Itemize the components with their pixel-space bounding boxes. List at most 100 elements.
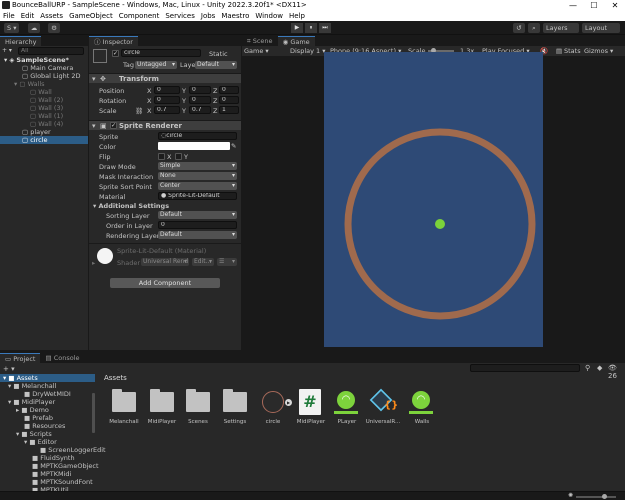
tab-hierarchy[interactable]: Hierarchy xyxy=(0,36,42,46)
menu-component[interactable]: Component xyxy=(119,11,160,21)
layers-dropdown[interactable]: Layers xyxy=(543,23,579,33)
hierarchy-item-wall-3[interactable]: ▢ Wall (3) xyxy=(30,104,63,112)
tree-item-mptkgameobject[interactable]: ■ MPTKGameObject xyxy=(32,462,99,470)
hierarchy-search-input[interactable]: All xyxy=(18,47,84,55)
tree-item-assets[interactable]: ▾ ■ Assets xyxy=(0,374,95,382)
history-icon[interactable]: ↺ xyxy=(513,23,525,33)
rotation-z-field[interactable]: 0 xyxy=(219,96,239,104)
shader-menu-button[interactable]: ☰ xyxy=(217,258,237,266)
rotation-y-field[interactable]: 0 xyxy=(189,96,211,104)
flip-x-checkbox[interactable] xyxy=(158,153,165,160)
sprite-renderer-enabled-checkbox[interactable]: ✓ xyxy=(110,122,117,129)
add-component-button[interactable]: Add Component xyxy=(110,278,220,288)
shader-dropdown[interactable]: Universal Rend xyxy=(141,258,189,266)
menu-window[interactable]: Window xyxy=(255,11,283,21)
hierarchy-item-player[interactable]: ▢ player xyxy=(22,128,51,136)
tab-project[interactable]: ▭ Project xyxy=(0,353,41,363)
step-button[interactable]: ⏭ xyxy=(319,23,331,33)
stats-toggle[interactable]: Stats xyxy=(564,47,581,55)
tree-item-melanchall[interactable]: ▾ ■ Melanchall xyxy=(8,382,56,390)
position-y-field[interactable]: 0 xyxy=(189,86,211,94)
tree-item-mptkmidi[interactable]: ■ MPTKMidi xyxy=(32,470,71,478)
gizmos-dropdown[interactable]: Gizmos ▾ xyxy=(584,47,613,55)
sorting-layer-dropdown[interactable]: Default xyxy=(158,211,237,219)
menu-assets[interactable]: Assets xyxy=(40,11,63,21)
additional-settings-foldout[interactable]: ▾ Additional Settings xyxy=(93,202,169,210)
mask-interaction-dropdown[interactable]: None xyxy=(158,172,237,180)
hierarchy-item-wall-4[interactable]: ▢ Wall (4) xyxy=(30,120,63,128)
project-breadcrumb[interactable]: Assets xyxy=(104,374,127,382)
transform-header[interactable]: ▾ ✥ Transform xyxy=(89,73,241,83)
hierarchy-item-global-light[interactable]: ▢ Global Light 2D xyxy=(22,72,80,80)
object-name-field[interactable]: circle xyxy=(121,49,201,57)
tree-item-mptksoundfont[interactable]: ■ MPTKSoundFont xyxy=(32,478,93,486)
tree-item-midiplayer[interactable]: ▾ ■ MidiPlayer xyxy=(8,398,55,406)
tree-item-editor[interactable]: ▾ ■ Editor xyxy=(24,438,57,446)
icon-size-slider-thumb[interactable] xyxy=(602,494,607,499)
color-swatch[interactable] xyxy=(158,142,230,150)
icon-size-slider[interactable] xyxy=(576,496,616,498)
add-object-button[interactable]: + ▾ xyxy=(2,47,12,54)
menu-jobs[interactable]: Jobs xyxy=(201,11,215,21)
tab-inspector[interactable]: ⓘ Inspector xyxy=(89,36,138,46)
material-field[interactable]: ● Sprite-Lit-Default xyxy=(158,192,237,200)
draw-mode-dropdown[interactable]: Simple xyxy=(158,162,237,170)
menu-gameobject[interactable]: GameObject xyxy=(69,11,113,21)
layout-dropdown[interactable]: Layout xyxy=(582,23,620,33)
minimize-button[interactable]: — xyxy=(565,0,581,11)
menu-help[interactable]: Help xyxy=(289,11,305,21)
hierarchy-item-main-camera[interactable]: ▢ Main Camera xyxy=(22,64,73,72)
eyedropper-icon[interactable]: ✎ xyxy=(231,142,236,150)
tab-scene[interactable]: ⌗ Scene xyxy=(242,36,278,46)
static-label[interactable]: Static xyxy=(209,50,228,58)
menu-edit[interactable]: Edit xyxy=(21,11,35,21)
close-button[interactable]: ✕ xyxy=(607,0,623,11)
expand-arrow-icon[interactable]: ▶ xyxy=(285,399,292,406)
menu-services[interactable]: Services xyxy=(165,11,195,21)
hidden-packages-icon[interactable]: 👁26 xyxy=(608,364,625,380)
hierarchy-item-circle[interactable]: ▢ circle xyxy=(0,136,88,144)
rotation-x-field[interactable]: 0 xyxy=(154,96,180,104)
order-in-layer-field[interactable]: 0 xyxy=(158,221,237,229)
tree-item-demo[interactable]: ▸ ■ Demo xyxy=(16,406,49,414)
hierarchy-item-wall-2[interactable]: ▢ Wall (2) xyxy=(30,96,63,104)
scene-root[interactable]: ▾ ◈ SampleScene* xyxy=(4,56,69,64)
position-x-field[interactable]: 0 xyxy=(154,86,180,94)
filter-icon[interactable]: ⚲ xyxy=(585,364,590,372)
search-icon[interactable]: ⌕ xyxy=(528,23,540,33)
scale-z-field[interactable]: 1 xyxy=(219,106,239,114)
sprite-sort-point-dropdown[interactable]: Center xyxy=(158,182,237,190)
cloud-icon[interactable]: ☁ xyxy=(28,23,40,33)
shader-edit-button[interactable]: Edit... xyxy=(192,258,214,266)
tree-item-drywetmidi[interactable]: ■ DryWetMIDI xyxy=(24,390,71,398)
hierarchy-item-wall[interactable]: ▢ Wall xyxy=(30,88,52,96)
label-icon[interactable]: ◆ xyxy=(597,364,602,372)
play-button[interactable]: ▶ xyxy=(291,23,303,33)
menu-file[interactable]: File xyxy=(3,11,15,21)
game-canvas[interactable] xyxy=(324,52,543,347)
account-button[interactable]: S ▾ xyxy=(4,23,20,33)
collab-icon[interactable]: ⚙ xyxy=(48,23,60,33)
layer-dropdown[interactable]: Default xyxy=(195,61,237,69)
game-mode-dropdown[interactable]: Game ▾ xyxy=(244,47,269,55)
project-search-input[interactable] xyxy=(470,364,580,372)
rendering-layer-dropdown[interactable]: Default xyxy=(158,231,237,239)
tree-item-screenloggeredit[interactable]: ■ ScreenLoggerEdit xyxy=(40,446,106,454)
hierarchy-item-wall-1[interactable]: ▢ Wall (1) xyxy=(30,112,63,120)
tab-console[interactable]: ▤ Console xyxy=(40,353,85,363)
position-z-field[interactable]: 0 xyxy=(219,86,239,94)
flip-y-checkbox[interactable] xyxy=(175,153,182,160)
active-checkbox[interactable]: ✓ xyxy=(112,50,119,57)
scale-x-field[interactable]: 0.7 xyxy=(154,106,180,114)
maximize-button[interactable]: ☐ xyxy=(586,0,602,11)
tree-item-prefab[interactable]: ■ Prefab xyxy=(24,414,53,422)
menu-maestro[interactable]: Maestro xyxy=(221,11,249,21)
sprite-renderer-header[interactable]: ▾ ▣ ✓ Sprite Renderer xyxy=(89,120,241,130)
scale-y-field[interactable]: 0.7 xyxy=(189,106,211,114)
tree-scrollbar[interactable] xyxy=(92,393,95,433)
tree-item-scripts[interactable]: ▾ ■ Scripts xyxy=(16,430,52,438)
hierarchy-item-walls[interactable]: ▾ ▢ Walls xyxy=(14,80,45,88)
project-add-button[interactable]: + ▾ xyxy=(3,365,15,373)
tree-item-resources[interactable]: ■ Resources xyxy=(24,422,65,430)
pause-button[interactable]: ⏸ xyxy=(305,23,317,33)
